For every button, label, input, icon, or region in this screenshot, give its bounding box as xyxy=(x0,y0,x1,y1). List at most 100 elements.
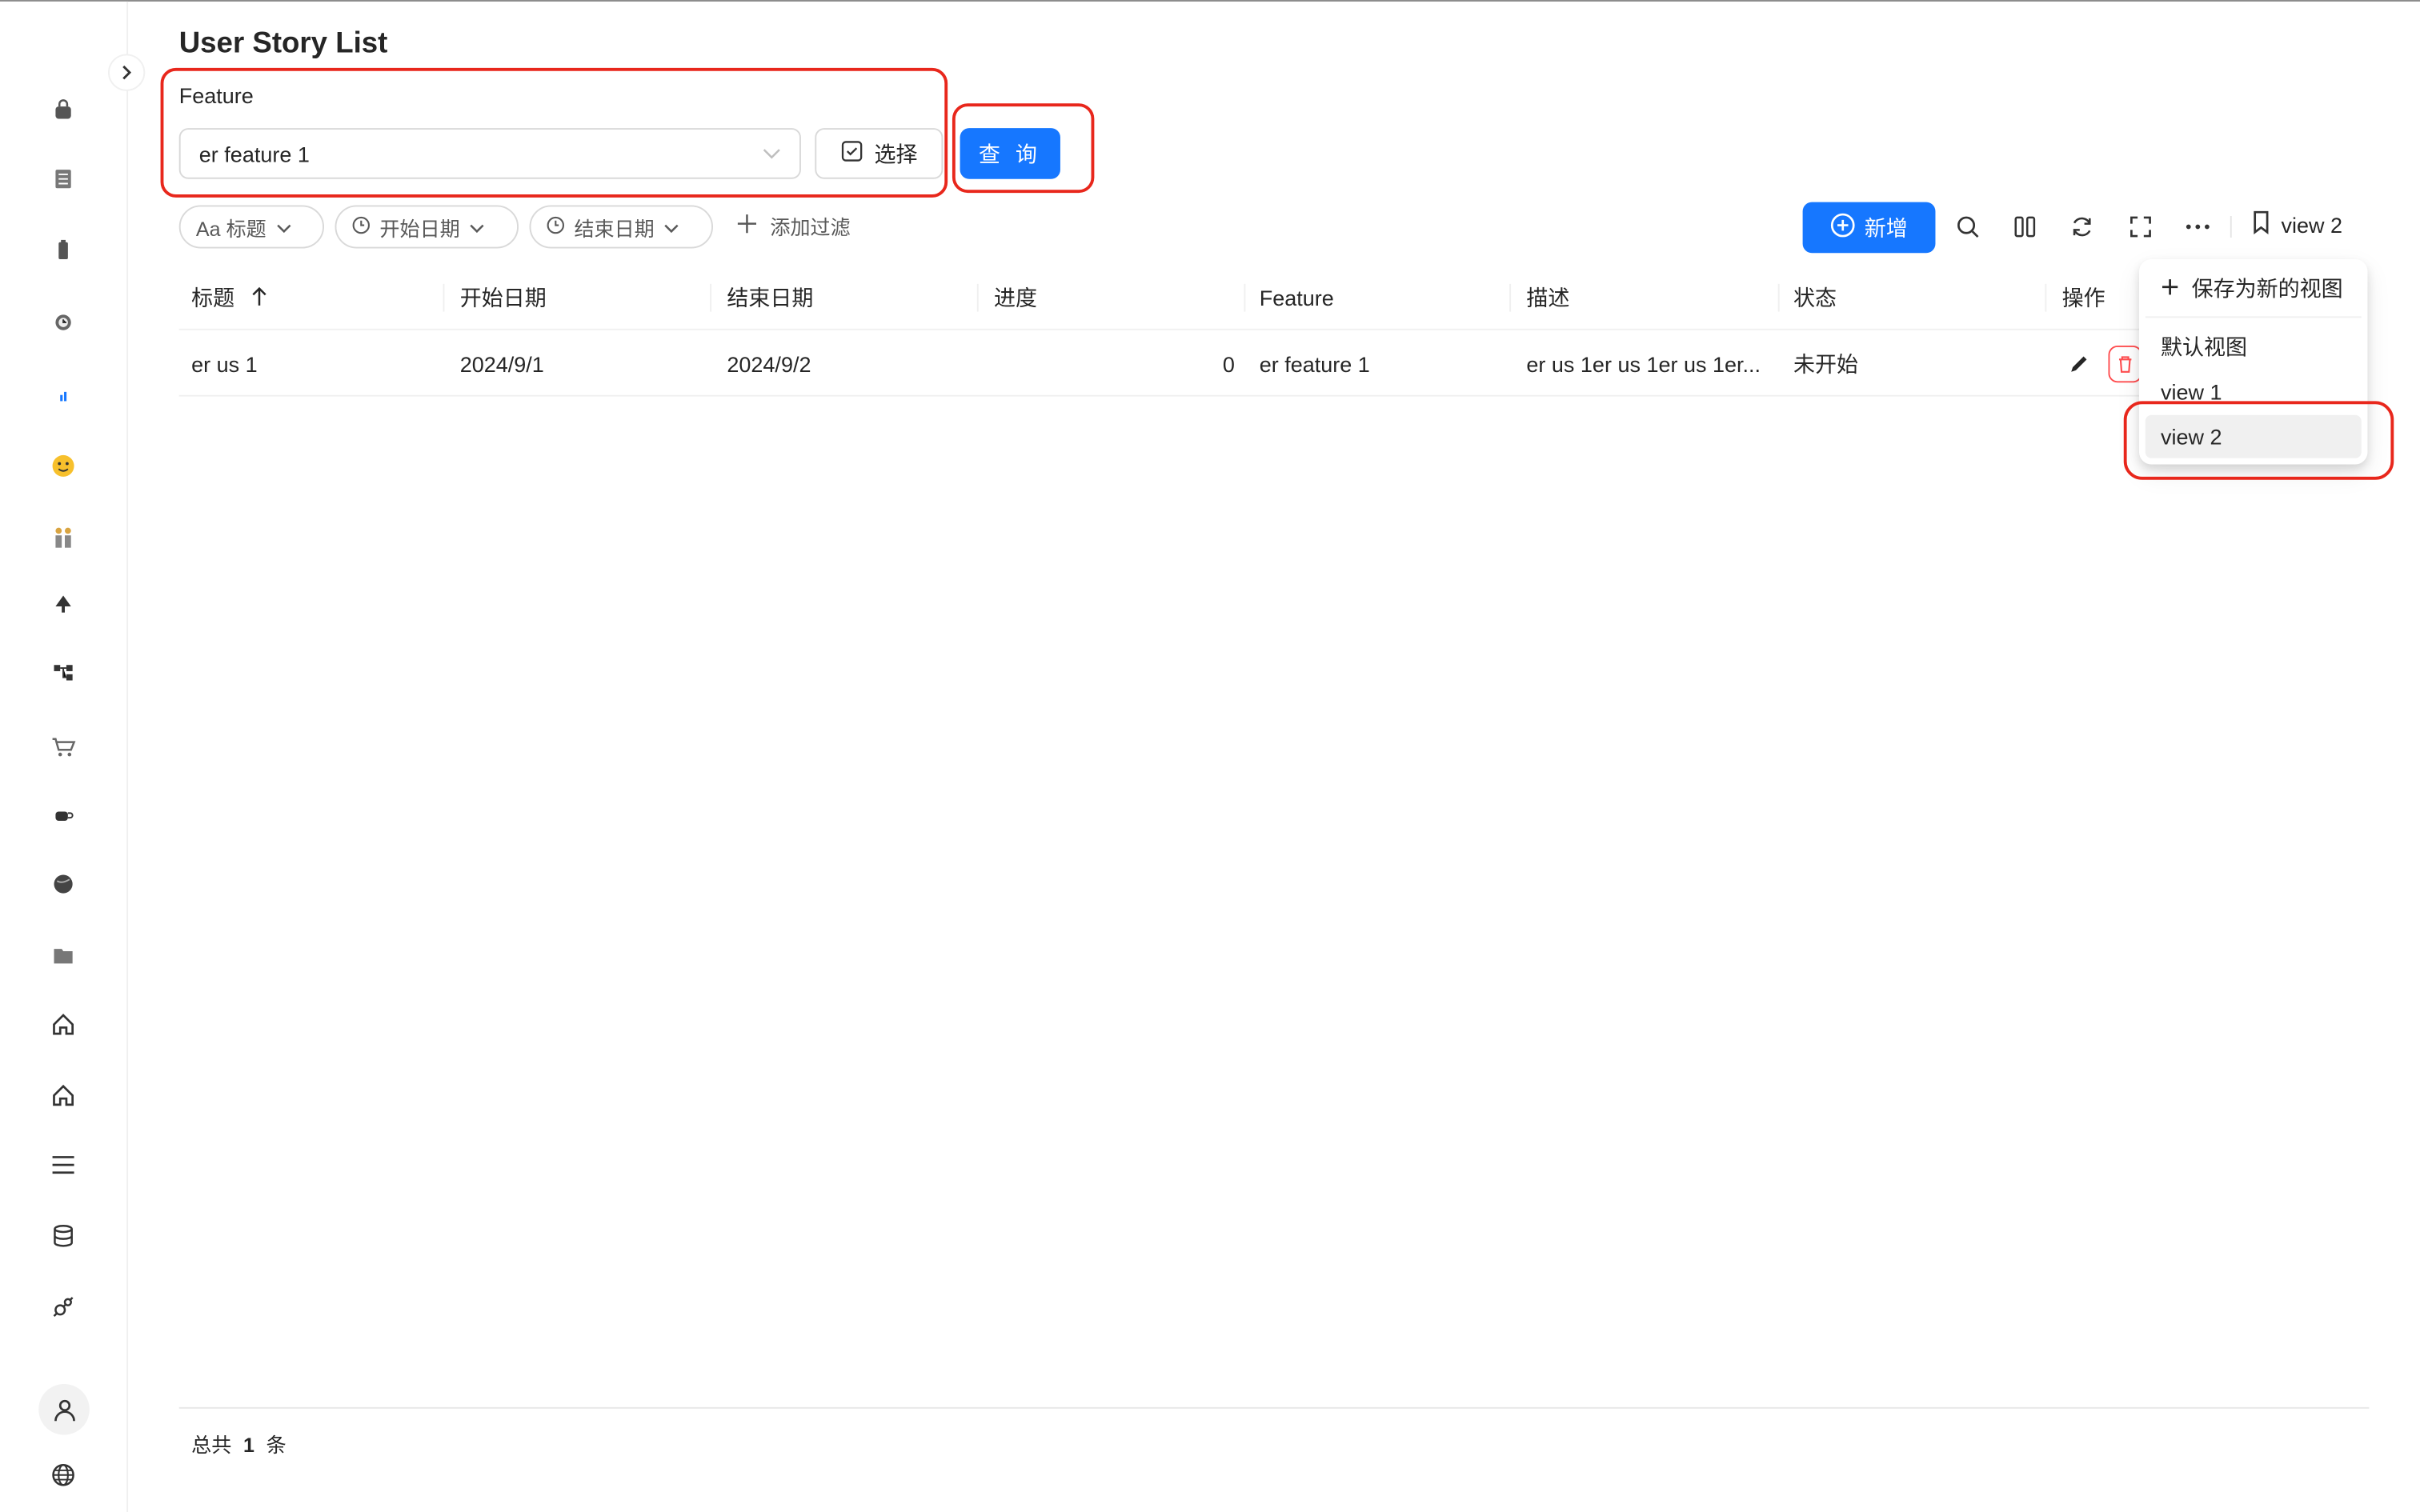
view-menu: 保存为新的视图 默认视图 view 1 view 2 xyxy=(2139,259,2368,465)
refresh-icon[interactable] xyxy=(2065,210,2098,243)
cell-description: er us 1er us 1er us 1er... xyxy=(1526,350,1761,376)
view-item-2[interactable]: view 2 xyxy=(2145,414,2362,458)
search-icon[interactable] xyxy=(1951,210,1985,243)
column-header-start-date[interactable]: 开始日期 xyxy=(460,266,547,330)
tree-icon[interactable] xyxy=(46,588,80,622)
total-count: 总共 1 条 xyxy=(191,1429,286,1458)
bar-chart-icon[interactable] xyxy=(46,377,80,410)
plus-icon xyxy=(2161,276,2179,301)
column-divider xyxy=(2045,283,2047,312)
menu-divider xyxy=(2145,316,2362,318)
smile-face-icon[interactable] xyxy=(46,449,80,482)
page-title: User Story List xyxy=(178,27,388,61)
column-title-label: 标题 xyxy=(191,285,235,310)
clock-icon xyxy=(352,215,371,238)
column-divider xyxy=(1777,283,1780,312)
view-item-default[interactable]: 默认视图 xyxy=(2146,326,2362,369)
add-filter-button[interactable]: 添加过滤 xyxy=(736,211,851,241)
cell-status: 未开始 xyxy=(1793,350,1859,376)
folder-icon[interactable] xyxy=(46,938,80,972)
app-stage: User Story List Feature er feature 1 选择 … xyxy=(0,0,2420,1512)
table-header: 标题 开始日期 结束日期 进度 Feature 描述 状态 操作 xyxy=(178,265,2186,330)
filter-chip-start-date[interactable]: 开始日期 xyxy=(335,205,519,249)
cell-feature: er feature 1 xyxy=(1259,350,1370,376)
column-divider xyxy=(976,283,979,312)
total-prefix: 总共 xyxy=(191,1433,232,1457)
save-as-new-view-item[interactable]: 保存为新的视图 xyxy=(2146,267,2362,310)
database-icon[interactable] xyxy=(46,1219,80,1253)
battery-icon[interactable] xyxy=(46,233,80,266)
sort-ascending-icon[interactable] xyxy=(250,285,268,311)
checkbox-icon xyxy=(840,141,862,167)
bookmark-icon xyxy=(2250,210,2272,239)
chevron-down-icon xyxy=(763,142,781,164)
hierarchy-icon[interactable] xyxy=(46,656,80,690)
add-filter-label: 添加过滤 xyxy=(770,216,851,239)
plus-icon xyxy=(736,213,758,239)
cell-progress: 0 xyxy=(1222,350,1235,376)
ledger-icon[interactable] xyxy=(46,162,80,196)
chip-start-date-label: 开始日期 xyxy=(379,216,460,240)
view-item-1[interactable]: view 1 xyxy=(2146,370,2362,414)
select-feature-button[interactable]: 选择 xyxy=(815,128,944,179)
save-as-new-view-label: 保存为新的视图 xyxy=(2191,276,2343,302)
coffee-icon[interactable] xyxy=(46,798,80,831)
cell-title: er us 1 xyxy=(191,350,258,376)
column-divider xyxy=(1244,283,1246,312)
column-header-actions: 操作 xyxy=(2061,285,2105,310)
query-button[interactable]: 查 询 xyxy=(960,128,1060,179)
select-feature-label: 选择 xyxy=(874,141,918,166)
top-border xyxy=(0,0,2420,2)
column-header-title[interactable]: 标题 xyxy=(191,266,268,330)
cell-start-date: 2024/9/1 xyxy=(459,350,544,376)
delete-icon[interactable] xyxy=(2108,330,2142,397)
menu-icon[interactable] xyxy=(46,1148,80,1182)
view-switcher[interactable]: view 2 xyxy=(2250,210,2342,239)
sidebar-expand-chevron-icon[interactable] xyxy=(108,54,146,91)
column-header-description[interactable]: 描述 xyxy=(1526,266,1569,330)
feature-label: Feature xyxy=(178,83,254,109)
column-header-end-date[interactable]: 结束日期 xyxy=(727,266,813,330)
feature-select[interactable]: er feature 1 xyxy=(178,128,801,179)
add-new-button[interactable]: 新增 xyxy=(1802,202,1936,254)
filter-chip-end-date[interactable]: 结束日期 xyxy=(529,205,714,249)
chip-end-date-label: 结束日期 xyxy=(574,216,655,240)
table-row[interactable]: er us 1 2024/9/1 2024/9/2 0 er feature 1… xyxy=(178,330,2186,397)
home-icon[interactable] xyxy=(46,1007,80,1041)
column-header-progress[interactable]: 进度 xyxy=(994,266,1037,330)
language-globe-icon[interactable] xyxy=(46,1458,80,1492)
plus-circle-icon xyxy=(1830,213,1855,242)
user-avatar-icon[interactable] xyxy=(38,1383,90,1435)
toolbar-divider xyxy=(2230,216,2232,238)
cell-end-date: 2024/9/2 xyxy=(727,350,811,376)
alarm-clock-icon[interactable] xyxy=(46,304,80,338)
column-divider xyxy=(710,283,712,312)
edit-icon[interactable] xyxy=(2068,330,2099,397)
column-divider xyxy=(443,283,445,312)
current-view-label: view 2 xyxy=(2281,212,2343,238)
globe-dark-icon[interactable] xyxy=(46,867,80,901)
chevron-down-icon xyxy=(469,215,484,238)
bag-icon[interactable] xyxy=(46,93,80,126)
chevron-down-icon xyxy=(663,215,679,238)
total-suffix: 条 xyxy=(266,1433,286,1457)
column-divider xyxy=(1509,283,1512,312)
chevron-down-icon xyxy=(275,215,290,238)
chip-title-label: Aa 标题 xyxy=(195,216,266,240)
filter-chip-title[interactable]: Aa 标题 xyxy=(178,205,325,249)
api-icon[interactable] xyxy=(46,1290,80,1323)
fullscreen-icon[interactable] xyxy=(2124,210,2158,243)
add-new-label: 新增 xyxy=(1864,215,1908,240)
sidebar xyxy=(0,1,146,1512)
columns-icon[interactable] xyxy=(2008,210,2041,243)
home-icon[interactable] xyxy=(46,1078,80,1112)
total-number: 1 xyxy=(243,1433,254,1457)
footer-divider xyxy=(178,1406,2370,1409)
column-header-feature[interactable]: Feature xyxy=(1260,266,1334,330)
column-header-status[interactable]: 状态 xyxy=(1793,266,1837,330)
clock-icon xyxy=(547,215,565,238)
cart-icon[interactable] xyxy=(46,730,80,763)
people-icon[interactable] xyxy=(46,520,80,554)
more-icon[interactable] xyxy=(2181,210,2214,243)
feature-select-value: er feature 1 xyxy=(198,141,310,166)
